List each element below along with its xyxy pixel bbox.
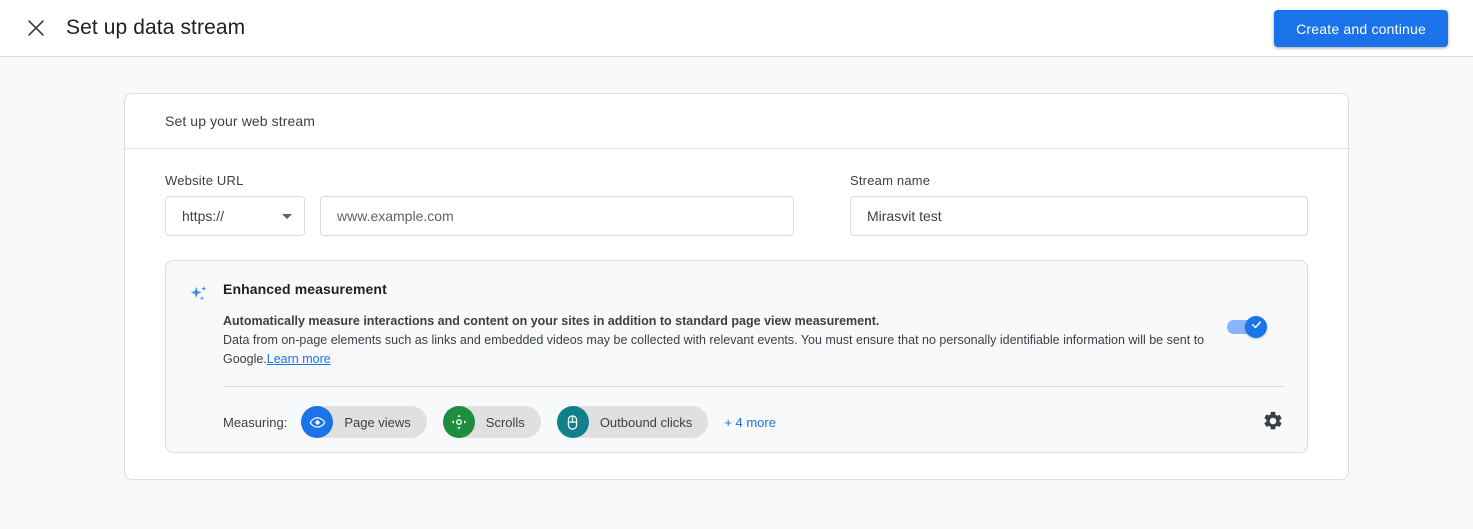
learn-more-link[interactable]: Learn more — [267, 352, 331, 366]
create-and-continue-button[interactable]: Create and continue — [1274, 10, 1448, 47]
website-url-inputs: https:// — [165, 196, 794, 236]
enhanced-measurement-panel: Enhanced measurement Automatically measu… — [165, 260, 1308, 453]
chip-label: Outbound clicks — [599, 414, 693, 430]
card-header: Set up your web stream — [125, 94, 1348, 149]
gear-icon — [1262, 410, 1284, 435]
close-icon — [26, 18, 46, 38]
web-stream-card: Set up your web stream Website URL https… — [124, 93, 1349, 480]
chip-label: Scrolls — [485, 414, 525, 430]
description-body-text: Data from on-page elements such as links… — [223, 333, 1205, 366]
measuring-label: Measuring: — [223, 414, 288, 430]
panel-divider — [223, 386, 1285, 387]
app-header: Set up data stream Create and continue — [0, 0, 1473, 57]
chip-scrolls[interactable]: Scrolls — [442, 406, 541, 438]
enhanced-measurement-description-row: Automatically measure interactions and c… — [223, 312, 1285, 369]
page-title: Set up data stream — [66, 16, 246, 39]
more-events-link[interactable]: + 4 more — [724, 415, 776, 430]
description-body: Data from on-page elements such as links… — [223, 331, 1213, 369]
sparkle-icon — [188, 275, 218, 438]
chip-outbound-clicks[interactable]: Outbound clicks — [556, 406, 709, 438]
description-bold-line: Automatically measure interactions and c… — [223, 314, 880, 328]
close-button[interactable] — [24, 16, 48, 40]
website-url-label: Website URL — [165, 173, 244, 188]
protocol-select[interactable]: https:// — [165, 196, 305, 236]
enhanced-measurement-settings-button[interactable] — [1261, 410, 1285, 434]
chip-label: Page views — [344, 414, 411, 430]
fields-row: Website URL https:// Stream name — [165, 173, 1308, 236]
measuring-row: Measuring: Page views Scrolls Outbound c… — [223, 406, 1285, 438]
enhanced-measurement-title: Enhanced measurement — [223, 281, 387, 297]
website-url-field-group: Website URL https:// — [165, 173, 794, 236]
enhanced-measurement-toggle[interactable] — [1227, 316, 1267, 338]
stream-name-field-group: Stream name — [850, 173, 1308, 236]
enhanced-measurement-content: Enhanced measurement Automatically measu… — [218, 275, 1285, 438]
card-body: Website URL https:// Stream name — [125, 149, 1348, 479]
website-url-input[interactable] — [320, 196, 794, 236]
measuring-chips: Page views Scrolls Outbound clicks — [301, 406, 709, 438]
stream-name-label: Stream name — [850, 173, 931, 188]
scroll-crosshair-icon — [442, 406, 475, 438]
card-title: Set up your web stream — [165, 113, 316, 129]
check-icon — [1250, 318, 1263, 336]
chip-page-views[interactable]: Page views — [301, 406, 427, 438]
mouse-icon — [556, 406, 589, 438]
enhanced-measurement-description: Automatically measure interactions and c… — [223, 312, 1213, 369]
protocol-select-value: https:// — [182, 208, 225, 224]
chevron-down-icon — [282, 213, 292, 219]
page-content: Set up your web stream Website URL https… — [0, 57, 1473, 529]
toggle-thumb — [1245, 316, 1267, 338]
stream-name-input[interactable] — [850, 196, 1308, 236]
eye-icon — [301, 406, 334, 438]
